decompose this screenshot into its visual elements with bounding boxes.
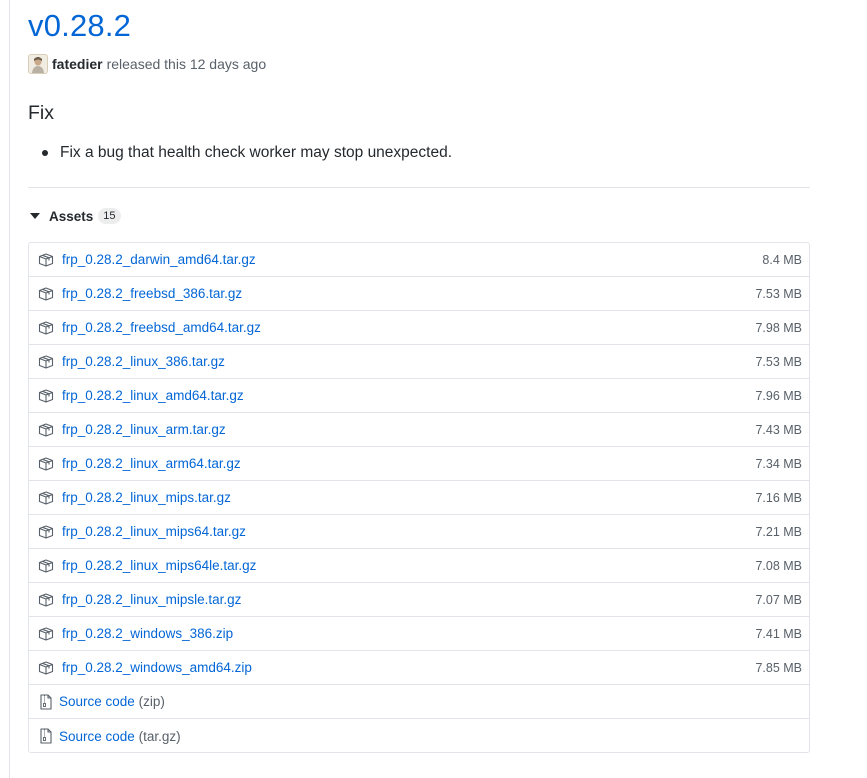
asset-row: frp_0.28.2_linux_arm64.tar.gz 7.34 MB — [29, 447, 809, 481]
asset-download-link[interactable]: frp_0.28.2_freebsd_amd64.tar.gz — [62, 320, 261, 335]
asset-download-link[interactable]: frp_0.28.2_windows_386.zip — [62, 626, 233, 641]
assets-label: Assets — [49, 208, 94, 224]
asset-size: 7.85 MB — [755, 660, 802, 675]
asset-size: 7.53 MB — [755, 286, 802, 301]
asset-download-link[interactable]: frp_0.28.2_linux_arm64.tar.gz — [62, 456, 241, 471]
release-notes-list: Fix a bug that health check worker may s… — [42, 143, 452, 163]
file-zip-icon — [40, 693, 52, 710]
asset-download-link[interactable]: frp_0.28.2_linux_arm.tar.gz — [62, 422, 226, 437]
asset-size: 7.43 MB — [755, 422, 802, 437]
asset-row: frp_0.28.2_linux_mips.tar.gz 7.16 MB — [29, 481, 809, 515]
asset-size: 7.96 MB — [755, 388, 802, 403]
package-icon — [38, 660, 54, 675]
asset-size: 7.08 MB — [755, 558, 802, 573]
avatar[interactable] — [28, 54, 48, 74]
source-code-label: Source code — [59, 728, 135, 744]
asset-size: 7.16 MB — [755, 490, 802, 505]
source-code-row: Source code (tar.gz) — [29, 719, 809, 753]
release-notes-heading: Fix — [28, 102, 54, 124]
asset-download-link[interactable]: frp_0.28.2_freebsd_386.tar.gz — [62, 286, 242, 301]
source-code-format: (zip) — [138, 694, 165, 709]
asset-row: frp_0.28.2_freebsd_386.tar.gz 7.53 MB — [29, 277, 809, 311]
bullet-icon — [42, 150, 48, 156]
package-icon — [38, 490, 54, 505]
asset-size: 8.4 MB — [762, 252, 802, 267]
asset-row: frp_0.28.2_windows_386.zip 7.41 MB — [29, 617, 809, 651]
assets-list: frp_0.28.2_darwin_amd64.tar.gz 8.4 MB fr… — [28, 242, 810, 753]
asset-size: 7.53 MB — [755, 354, 802, 369]
asset-download-link[interactable]: frp_0.28.2_windows_amd64.zip — [62, 660, 252, 675]
asset-row: frp_0.28.2_linux_mips64.tar.gz 7.21 MB — [29, 515, 809, 549]
asset-download-link[interactable]: frp_0.28.2_linux_mips.tar.gz — [62, 490, 231, 505]
release-byline: fatedier released this 12 days ago — [28, 54, 266, 74]
asset-row: frp_0.28.2_darwin_amd64.tar.gz 8.4 MB — [29, 243, 809, 277]
asset-size: 7.41 MB — [755, 626, 802, 641]
package-icon — [38, 354, 54, 369]
asset-download-link[interactable]: frp_0.28.2_darwin_amd64.tar.gz — [62, 252, 256, 267]
package-icon — [38, 592, 54, 607]
asset-download-link[interactable]: frp_0.28.2_linux_mips64le.tar.gz — [62, 558, 256, 573]
asset-row: frp_0.28.2_linux_mipsle.tar.gz 7.07 MB — [29, 583, 809, 617]
package-icon — [38, 422, 54, 437]
package-icon — [38, 456, 54, 471]
divider — [28, 187, 810, 188]
asset-row: frp_0.28.2_linux_amd64.tar.gz 7.96 MB — [29, 379, 809, 413]
asset-row: frp_0.28.2_freebsd_amd64.tar.gz 7.98 MB — [29, 311, 809, 345]
asset-row: frp_0.28.2_linux_arm.tar.gz 7.43 MB — [29, 413, 809, 447]
release-version-link[interactable]: v0.28.2 — [28, 7, 131, 45]
release-note-text: Fix a bug that health check worker may s… — [60, 144, 453, 161]
author-link[interactable]: fatedier — [52, 56, 103, 72]
asset-size: 7.98 MB — [755, 320, 802, 335]
triangle-down-icon — [30, 213, 40, 219]
package-icon — [38, 252, 54, 267]
asset-size: 7.07 MB — [755, 592, 802, 607]
release-note-item: Fix a bug that health check worker may s… — [42, 143, 452, 163]
package-icon — [38, 626, 54, 641]
assets-count-badge: 15 — [98, 208, 121, 224]
asset-download-link[interactable]: frp_0.28.2_linux_amd64.tar.gz — [62, 388, 244, 403]
assets-toggle[interactable]: Assets 15 — [28, 206, 121, 226]
source-code-row: Source code (zip) — [29, 685, 809, 719]
package-icon — [38, 320, 54, 335]
file-zip-icon — [40, 728, 52, 744]
asset-size: 7.21 MB — [755, 524, 802, 539]
asset-size: 7.34 MB — [755, 456, 802, 471]
source-code-targz-link[interactable]: Source code (tar.gz) — [59, 729, 181, 744]
released-time-text: released this 12 days ago — [106, 56, 267, 72]
package-icon — [38, 286, 54, 301]
asset-download-link[interactable]: frp_0.28.2_linux_mipsle.tar.gz — [62, 592, 241, 607]
asset-row: frp_0.28.2_windows_amd64.zip 7.85 MB — [29, 651, 809, 685]
source-code-format: (tar.gz) — [138, 728, 181, 744]
source-code-label: Source code — [59, 694, 135, 709]
left-border — [9, 0, 10, 778]
asset-row: frp_0.28.2_linux_mips64le.tar.gz 7.08 MB — [29, 549, 809, 583]
asset-download-link[interactable]: frp_0.28.2_linux_mips64.tar.gz — [62, 524, 246, 539]
asset-download-link[interactable]: frp_0.28.2_linux_386.tar.gz — [62, 354, 225, 369]
package-icon — [38, 388, 54, 403]
package-icon — [38, 524, 54, 539]
package-icon — [38, 558, 54, 573]
asset-row: frp_0.28.2_linux_386.tar.gz 7.53 MB — [29, 345, 809, 379]
source-code-zip-link[interactable]: Source code (zip) — [59, 694, 165, 709]
